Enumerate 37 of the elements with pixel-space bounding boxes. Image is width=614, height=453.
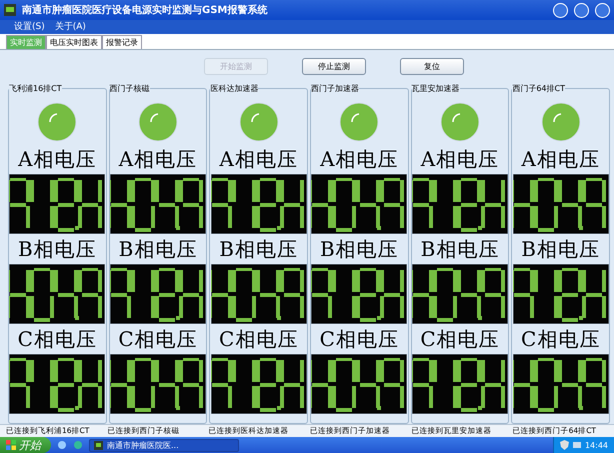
- taskbar-button[interactable]: 南通市肿瘤医院医...: [89, 438, 239, 452]
- phase-label: A相电压: [420, 146, 500, 173]
- phase-label: B相电压: [118, 236, 198, 263]
- tab[interactable]: 电压实时图表: [46, 35, 102, 49]
- device-name: 西门子加速器: [310, 83, 359, 94]
- phase-label: B相电压: [219, 236, 298, 263]
- phase-label: B相电压: [420, 236, 500, 263]
- action-button[interactable]: 停止监测: [302, 58, 366, 75]
- phase-label: C相电压: [219, 326, 298, 353]
- phase-label: C相电压: [420, 326, 500, 353]
- menu-item[interactable]: 关于(A): [54, 20, 86, 32]
- device-name: 瓦里安加速器: [412, 83, 460, 94]
- device-name: 飞利浦16排CT: [9, 83, 62, 94]
- window-title: 南通市肿瘤医院医疗设备电源实时监测与GSM报警系统: [22, 3, 268, 17]
- phase-label: C相电压: [521, 326, 600, 353]
- clock: 14:44: [584, 440, 608, 450]
- app-icon: [94, 440, 103, 450]
- phase-label: B相电压: [320, 236, 399, 263]
- phase-label: B相电压: [521, 236, 600, 263]
- tab[interactable]: 报警记录: [102, 35, 142, 49]
- shield-icon[interactable]: [560, 440, 569, 450]
- device-name: 医科达加速器: [210, 83, 258, 94]
- device-name: 西门子64排CT: [512, 83, 565, 94]
- phase-label: A相电压: [18, 146, 97, 173]
- phase-label: C相电压: [18, 326, 97, 353]
- menu-item[interactable]: 设置(S): [14, 20, 45, 32]
- phase-label: C相电压: [320, 326, 399, 353]
- phase-label: A相电压: [219, 146, 298, 173]
- device-name: 西门子核磁: [110, 83, 150, 94]
- phase-label: A相电压: [320, 146, 399, 173]
- phase-label: B相电压: [18, 236, 97, 263]
- phase-label: A相电压: [521, 146, 600, 173]
- action-button[interactable]: 复位: [400, 58, 464, 75]
- phase-label: A相电压: [118, 146, 198, 173]
- phase-label: C相电压: [118, 326, 198, 353]
- windows-logo-icon: [6, 440, 16, 450]
- app-icon: [4, 4, 16, 16]
